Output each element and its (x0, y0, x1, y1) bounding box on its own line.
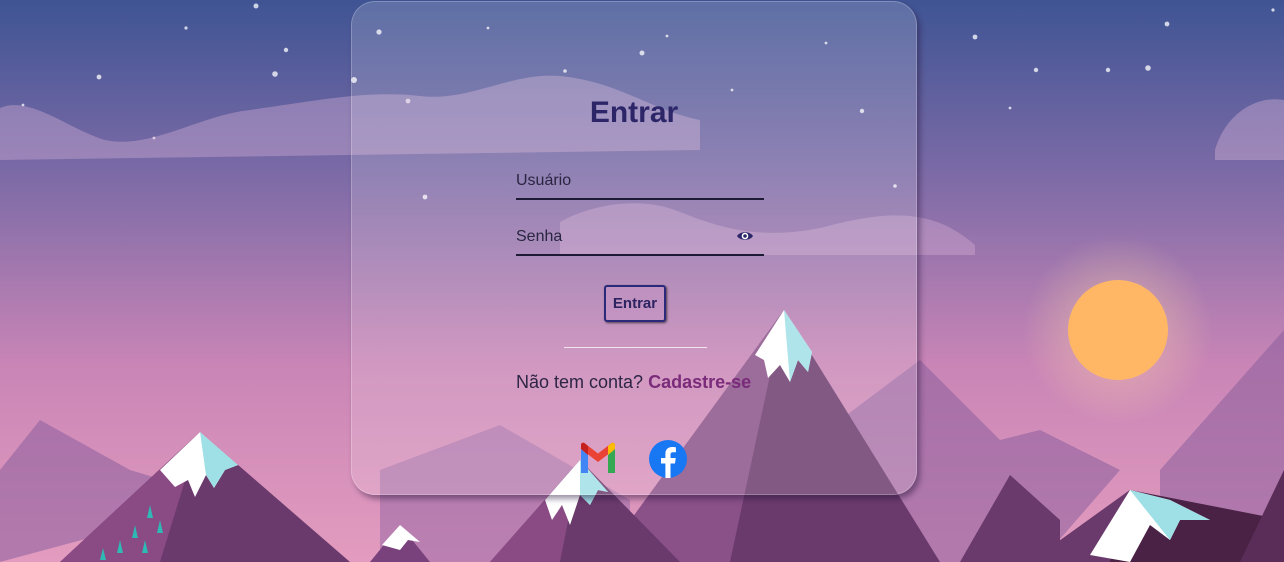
login-card: Entrar Entrar Não tem conta? Cadastre-se (351, 1, 917, 495)
eye-icon[interactable] (736, 228, 754, 244)
signup-link[interactable]: Cadastre-se (648, 372, 751, 392)
password-input[interactable] (516, 220, 731, 254)
username-field (516, 164, 764, 200)
signup-prompt: Não tem conta? Cadastre-se (516, 372, 751, 393)
divider (564, 347, 707, 348)
login-button[interactable]: Entrar (604, 285, 666, 322)
gmail-icon[interactable] (578, 439, 618, 479)
username-input[interactable] (516, 164, 731, 198)
sun (1068, 280, 1168, 380)
signup-prompt-text: Não tem conta? (516, 372, 644, 392)
password-field (516, 220, 764, 256)
login-title: Entrar (589, 96, 679, 129)
facebook-icon[interactable] (648, 439, 688, 479)
